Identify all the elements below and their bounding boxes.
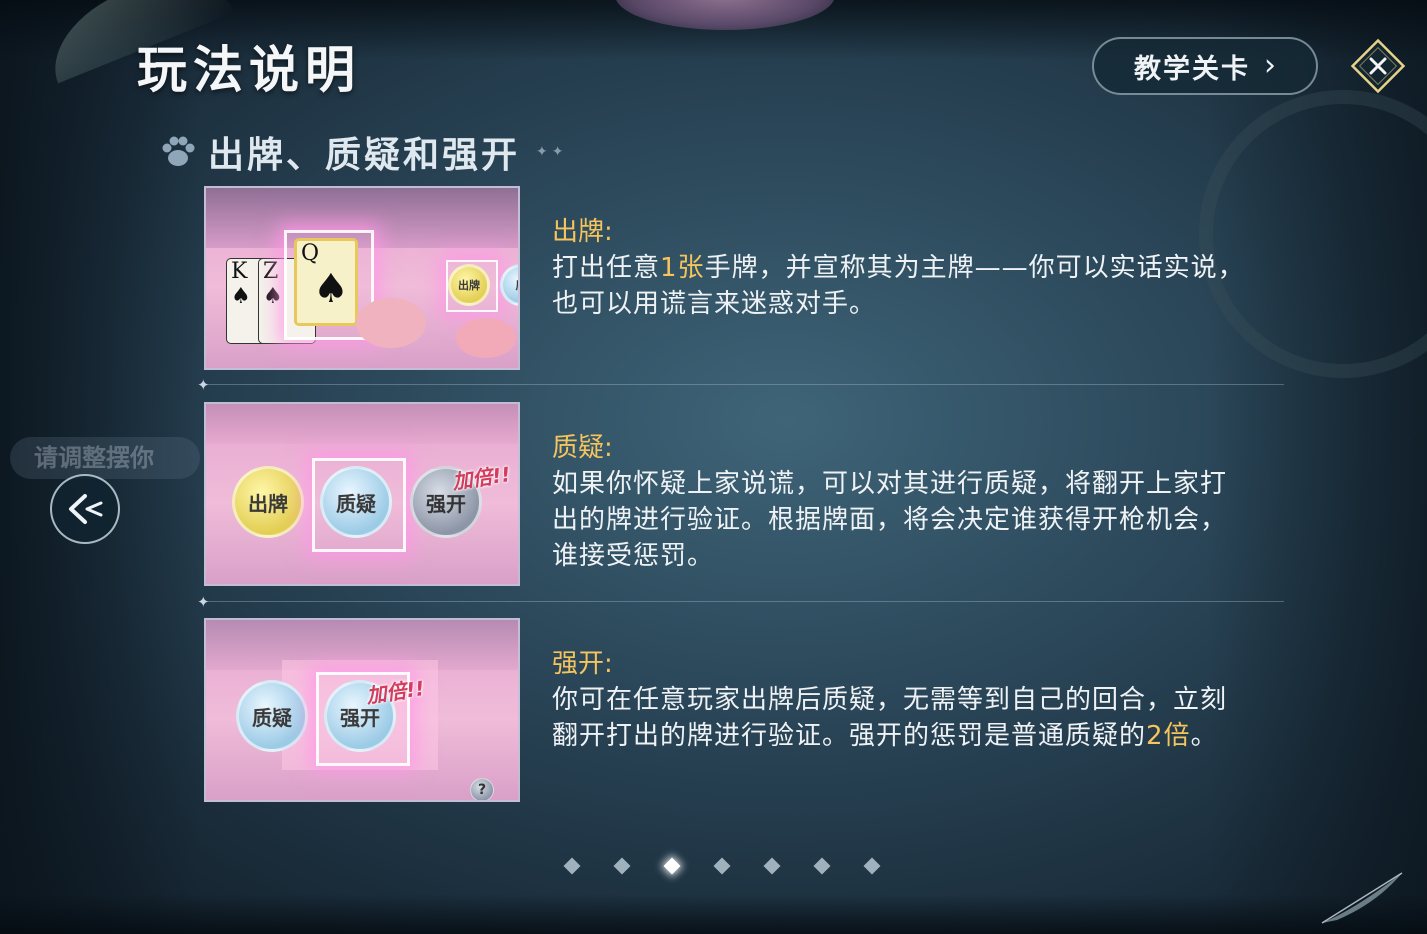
rule-body-play: 打出任意1张手牌，并宣称其为主牌——你可以实话实说，也可以用谎言来迷惑对手。 — [552, 250, 1252, 322]
paw-icon — [162, 136, 195, 166]
page-dot-6[interactable] — [813, 857, 831, 875]
page-dot-5[interactable] — [763, 857, 781, 875]
rule-body-force-part1: 你可在任意玩家出牌后质疑，无需等到自己的回合，立刻翻开打出的牌进行验证。强开的惩… — [552, 685, 1228, 751]
rule-body-play-part1: 打出任意 — [552, 253, 661, 283]
feather-decoration-icon — [1321, 872, 1403, 924]
row-divider-1: ✦ — [197, 376, 1284, 394]
card-k-label: K — [231, 259, 248, 284]
double-tag: 加倍!! — [450, 462, 512, 494]
card-q: Q ♠ — [294, 238, 358, 326]
star-decoration-icon: ✦✦ — [536, 144, 568, 160]
close-icon — [1350, 38, 1406, 94]
rule-text-play: 出牌: 打出任意1张手牌，并宣称其为主牌——你可以实话实说，也可以用谎言来迷惑对… — [552, 214, 1252, 322]
thumb-chip-question: 质疑 — [236, 680, 308, 752]
rule-title-force: 强开: — [552, 649, 613, 679]
thumb-scene-top — [206, 404, 518, 444]
thumb-force: 质疑 强开 加倍!! ? — [204, 618, 520, 802]
thumb-help-icon: ? — [470, 778, 494, 800]
rule-body-force-highlight: 2倍 — [1146, 721, 1191, 751]
row-divider-2: ✦ — [197, 593, 1284, 611]
thumb-chip-play: 出牌 — [232, 466, 304, 538]
tutorial-button-label: 教学关卡 — [1134, 53, 1250, 85]
background-bottom-shade — [0, 894, 1427, 934]
thumb-play-card: K♠ Z♠ Q♠ 出牌 质 — [204, 186, 520, 370]
background-orb — [615, 0, 835, 30]
thumb-chip-question: 质疑 — [320, 466, 392, 538]
rule-text-question: 质疑: 如果你怀疑上家说谎，可以对其进行质疑，将翻开上家打出的牌进行验证。根据牌… — [552, 430, 1252, 574]
thumb-pig-decoration — [456, 318, 516, 358]
tutorial-button[interactable]: 教学关卡 › — [1092, 37, 1318, 95]
thumb-pig-decoration-2 — [356, 298, 426, 348]
thumb-chip-play: 出牌 — [448, 264, 490, 306]
side-prev-button[interactable] — [50, 474, 120, 544]
page-title: 玩法说明 — [137, 40, 361, 99]
rule-text-force: 强开: 你可在任意玩家出牌后质疑，无需等到自己的回合，立刻翻开打出的牌进行验证。… — [552, 646, 1252, 754]
rule-body-force-part2: 。 — [1190, 721, 1218, 751]
page-dot-1[interactable] — [563, 857, 581, 875]
thumb-question: 出牌 质疑 强开 加倍!! — [204, 402, 520, 586]
close-button[interactable] — [1350, 38, 1406, 94]
rule-body-play-highlight: 1张 — [660, 253, 705, 283]
divider-star-icon: ✦ — [197, 376, 210, 394]
thumb-chip-question: 质 — [500, 264, 518, 306]
side-hint-text: 请调整摆你 — [10, 437, 200, 479]
page-dot-4[interactable] — [713, 857, 731, 875]
rule-title-play: 出牌: — [552, 217, 613, 247]
section-heading: 出牌、质疑和强开 ✦✦ — [158, 126, 567, 178]
page-dot-2[interactable] — [613, 857, 631, 875]
rule-body-question: 如果你怀疑上家说谎，可以对其进行质疑，将翻开上家打出的牌进行验证。根据牌面，将会… — [552, 469, 1228, 571]
rule-body-force: 你可在任意玩家出牌后质疑，无需等到自己的回合，立刻翻开打出的牌进行验证。强开的惩… — [552, 682, 1252, 754]
chevron-right-icon: › — [1264, 48, 1276, 83]
card-q-label: Q — [301, 241, 320, 266]
arrow-left-icon — [69, 494, 103, 524]
page-indicator — [563, 857, 881, 875]
card-z-label: Z — [263, 259, 279, 284]
section-title: 出牌、质疑和强开 — [208, 134, 521, 176]
rule-title-question: 质疑: — [552, 433, 613, 463]
page-dot-7[interactable] — [863, 857, 881, 875]
page-dot-3[interactable] — [663, 857, 681, 875]
divider-star-icon: ✦ — [197, 593, 210, 611]
